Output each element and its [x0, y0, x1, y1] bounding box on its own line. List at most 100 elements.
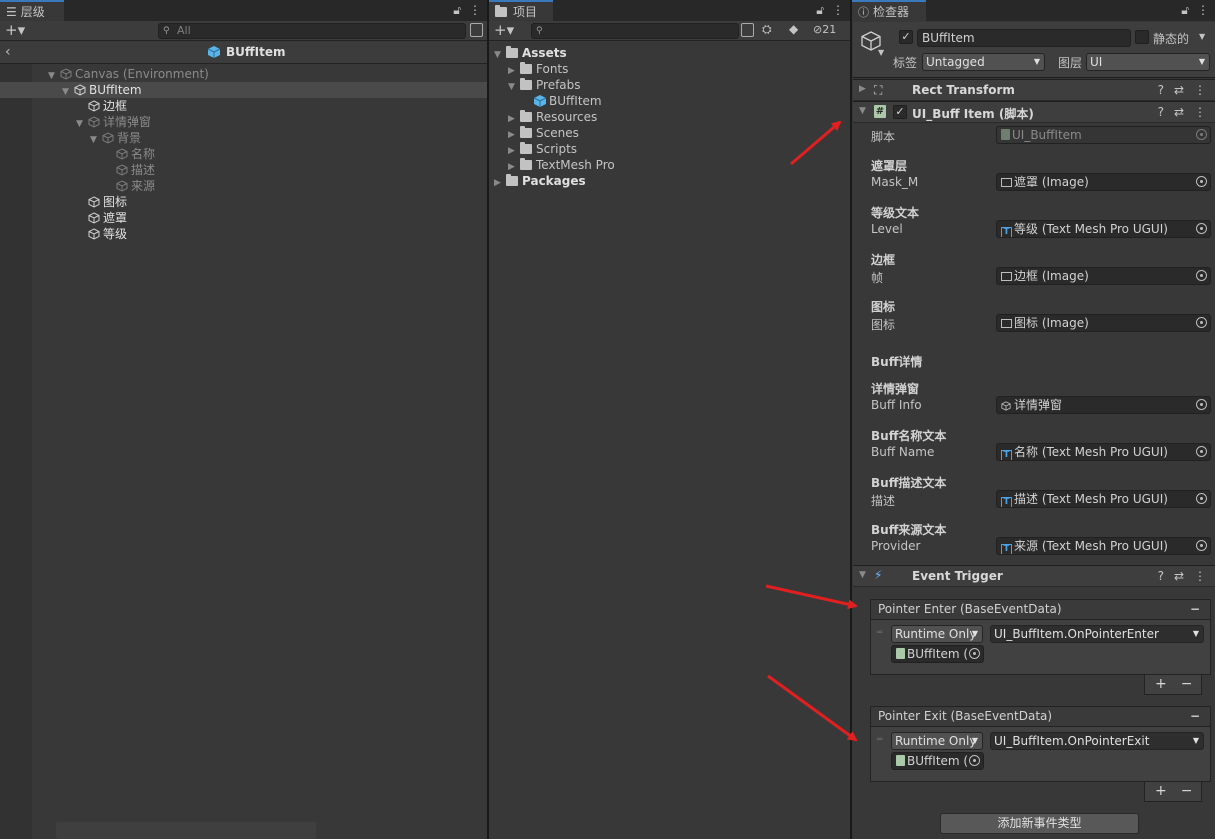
tag-value: Untagged	[926, 55, 985, 69]
add-listener-button[interactable]: +	[1155, 782, 1167, 801]
add-event-type-button[interactable]: 添加新事件类型	[940, 813, 1139, 834]
runtime-mode-dropdown-exit[interactable]: Runtime Only ▼	[891, 732, 983, 750]
object-picker-icon[interactable]	[1196, 540, 1207, 551]
preset-icon[interactable]: ⇄	[1174, 105, 1184, 119]
search-filter-icon[interactable]	[741, 23, 754, 37]
hierarchy-row-popup[interactable]: ▼ 详情弹窗	[0, 114, 487, 130]
hierarchy-row-mask[interactable]: 遮罩	[0, 210, 487, 226]
component-suffix: (脚本)	[998, 107, 1034, 121]
text-mesh-pro-icon: T	[1001, 497, 1012, 507]
hierarchy-row-name[interactable]: 名称	[0, 146, 487, 162]
object-picker-icon[interactable]	[969, 648, 980, 659]
static-dropdown-arrow[interactable]: ▼	[1199, 32, 1205, 41]
frame-object-field[interactable]: 边框 (Image)	[996, 267, 1211, 285]
mask-object-field[interactable]: 遮罩 (Image)	[996, 173, 1211, 191]
more-menu-icon[interactable]: ⋮	[832, 3, 844, 18]
icon-object-field[interactable]: 图标 (Image)	[996, 314, 1211, 332]
more-menu-icon[interactable]: ⋮	[1194, 105, 1206, 119]
scene-search-icon[interactable]	[470, 23, 483, 37]
function-dropdown-enter[interactable]: UI_BuffItem.OnPointerEnter ▼	[990, 625, 1204, 643]
object-picker-icon[interactable]	[1196, 223, 1207, 234]
project-search-input[interactable]: ⚲	[531, 23, 739, 39]
gameobject-cube-icon	[88, 212, 100, 224]
row-label: 详情弹窗	[103, 115, 152, 129]
object-picker-icon[interactable]	[969, 755, 980, 766]
runtime-mode-dropdown-enter[interactable]: Runtime Only ▼	[891, 625, 983, 643]
tab-inspector[interactable]: ⓘ 检查器	[852, 0, 926, 21]
fold-right-icon[interactable]: ▶	[859, 84, 866, 94]
object-picker-icon[interactable]	[1196, 446, 1207, 457]
hierarchy-row-icon[interactable]: 图标	[0, 194, 487, 210]
function-dropdown-exit[interactable]: UI_BuffItem.OnPointerExit ▼	[990, 732, 1204, 750]
hierarchy-row-desc[interactable]: 描述	[0, 162, 487, 178]
more-menu-icon[interactable]: ⋮	[1194, 83, 1206, 97]
static-checkbox[interactable]	[1135, 30, 1149, 44]
project-row-fonts[interactable]: ▶ Fonts	[489, 61, 850, 77]
object-picker-icon[interactable]	[1196, 399, 1207, 410]
create-dropdown-button[interactable]: +▾	[494, 22, 514, 39]
help-icon[interactable]: ?	[1158, 105, 1164, 119]
tab-hierarchy-label: 层级	[20, 5, 45, 19]
remove-event-button[interactable]: −	[1190, 707, 1200, 726]
back-arrow-icon[interactable]: ‹	[5, 44, 11, 60]
target-object-field-exit[interactable]: BUffItem (	[891, 752, 984, 770]
help-icon[interactable]: ?	[1158, 569, 1164, 583]
hierarchy-row-source[interactable]: 来源	[0, 178, 487, 194]
hierarchy-row-buffitem[interactable]: ▼ BUffItem	[0, 82, 487, 98]
add-dropdown-button[interactable]: +▾	[5, 22, 25, 39]
remove-listener-button[interactable]: −	[1181, 782, 1193, 801]
more-menu-icon[interactable]: ⋮	[1194, 569, 1206, 583]
remove-event-button[interactable]: −	[1190, 600, 1200, 619]
add-listener-button[interactable]: +	[1155, 675, 1167, 694]
project-row-assets[interactable]: ▼ Assets	[489, 45, 850, 61]
object-picker-icon[interactable]	[1196, 270, 1207, 281]
object-picker-icon[interactable]	[1196, 176, 1207, 187]
layer-dropdown[interactable]: UI ▼	[1086, 53, 1210, 71]
active-checkbox[interactable]: ✓	[899, 30, 913, 44]
buff-name-object-field[interactable]: T 名称 (Text Mesh Pro UGUI)	[996, 443, 1211, 461]
preset-icon[interactable]: ⇄	[1174, 569, 1184, 583]
provider-object-field[interactable]: T 来源 (Text Mesh Pro UGUI)	[996, 537, 1211, 555]
filter-type-icon[interactable]: ⛭	[762, 22, 772, 37]
script-icon	[1001, 129, 1010, 140]
lock-icon[interactable]: 🔓︎	[1181, 3, 1189, 18]
target-object-field-enter[interactable]: BUffItem (	[891, 645, 984, 663]
lock-icon[interactable]: 🔓︎	[453, 3, 461, 18]
preset-icon[interactable]: ⇄	[1174, 83, 1184, 97]
fold-right-icon[interactable]: ▶	[494, 175, 506, 191]
object-value: BUffItem (	[907, 647, 969, 661]
tab-hierarchy[interactable]: ☰ 层级	[0, 0, 64, 21]
hierarchy-search-input[interactable]: ⚲ All	[158, 23, 466, 39]
lock-icon[interactable]: 🔓︎	[816, 3, 824, 18]
folder-icon	[520, 142, 532, 154]
component-enabled-checkbox[interactable]: ✓	[893, 105, 907, 119]
drag-handle[interactable]: ═	[877, 735, 882, 745]
hierarchy-row-background[interactable]: ▼ 背景	[0, 130, 487, 146]
row-label: 图标	[103, 195, 128, 209]
hierarchy-row-level[interactable]: 等级	[0, 226, 487, 242]
hierarchy-row-border[interactable]: 边框	[0, 98, 487, 114]
event-trigger-header[interactable]: ▼ ⚡︎ Event Trigger ? ⇄ ⋮	[853, 565, 1215, 587]
script-component-header[interactable]: ▼ # ✓ UI_Buff Item (脚本) ? ⇄ ⋮	[853, 101, 1215, 123]
buff-desc-object-field[interactable]: T 描述 (Text Mesh Pro UGUI)	[996, 490, 1211, 508]
rect-transform-header[interactable]: ▶ ⛶ Rect Transform ? ⇄ ⋮	[853, 79, 1215, 101]
drag-handle[interactable]: ═	[877, 628, 882, 638]
gameobject-cube-icon	[1001, 401, 1011, 411]
hierarchy-row-canvas[interactable]: ▼ Canvas (Environment)	[0, 66, 487, 82]
icon-dropdown-arrow[interactable]: ▼	[878, 48, 884, 57]
remove-listener-button[interactable]: −	[1181, 675, 1193, 694]
project-row-prefabs[interactable]: ▼ Prefabs	[489, 77, 850, 93]
project-row-buffitem-prefab[interactable]: BUffItem	[489, 93, 850, 109]
object-picker-icon[interactable]	[1196, 493, 1207, 504]
buff-info-object-field[interactable]: 详情弹窗	[996, 396, 1211, 414]
more-menu-icon[interactable]: ⋮	[1197, 3, 1209, 18]
help-icon[interactable]: ?	[1158, 83, 1164, 97]
more-menu-icon[interactable]: ⋮	[469, 3, 481, 18]
hidden-packages-toggle[interactable]: ⊘21	[813, 23, 836, 36]
object-picker-icon[interactable]	[1196, 317, 1207, 328]
tab-project[interactable]: 项目	[489, 0, 553, 21]
filter-label-icon[interactable]: ◆	[789, 22, 798, 36]
object-name-input[interactable]: BUffItem	[917, 29, 1131, 47]
level-object-field[interactable]: T 等级 (Text Mesh Pro UGUI)	[996, 220, 1211, 238]
tag-dropdown[interactable]: Untagged ▼	[922, 53, 1045, 71]
